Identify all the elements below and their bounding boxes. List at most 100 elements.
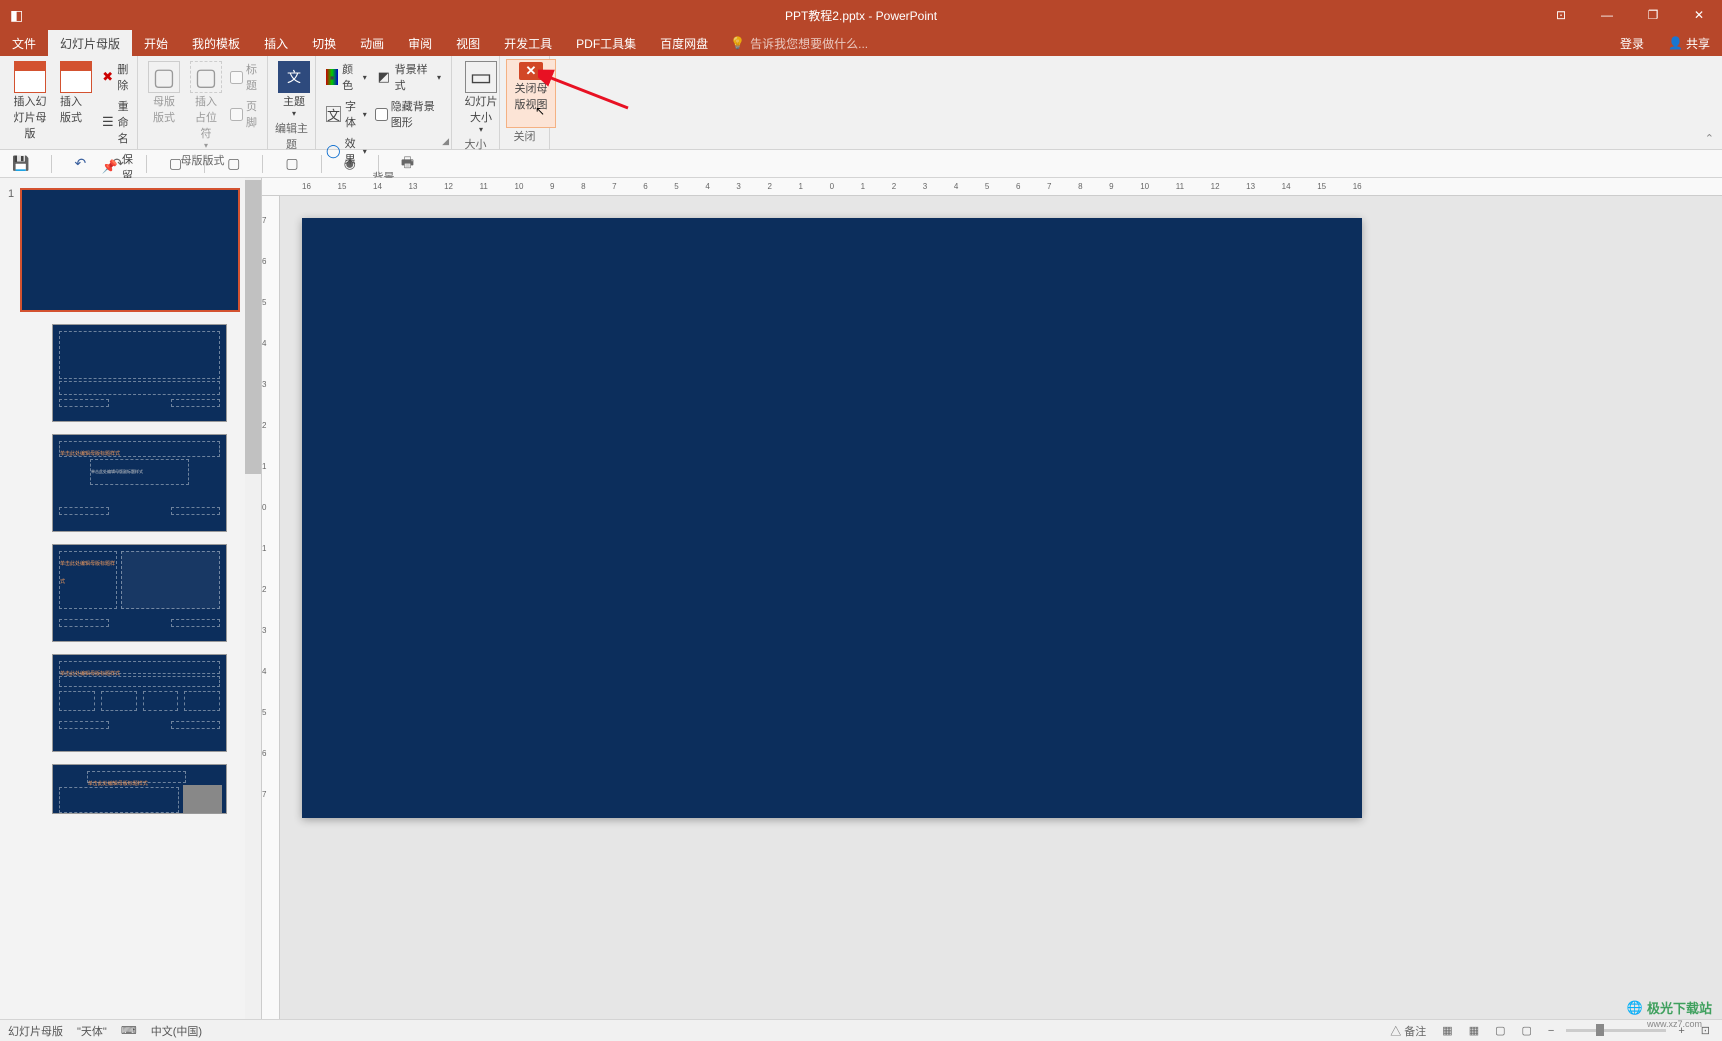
share-icon: 👤 (1668, 36, 1683, 50)
effects-button[interactable]: ◯ 效果 ▾ (322, 133, 371, 169)
tell-me-search[interactable]: 💡 告诉我您想要做什么... (720, 30, 878, 56)
themes-button[interactable]: 文 主题 ▾ (274, 59, 314, 120)
insert-slide-master-button[interactable]: 插入幻灯片母版 (6, 59, 54, 185)
footers-checkbox-label: 页脚 (246, 98, 259, 130)
slide-master-icon (14, 61, 46, 93)
status-font: "天体" (77, 1023, 107, 1039)
tab-file[interactable]: 文件 (0, 30, 48, 56)
slide-canvas-area[interactable]: 1615141312111098765432101234567891011121… (262, 178, 1722, 1019)
view-sorter-button[interactable]: ▦ (1465, 1022, 1483, 1039)
title-checkbox[interactable]: 标题 (228, 59, 261, 95)
collapse-ribbon-button[interactable]: ⌃ (1697, 128, 1722, 149)
bg-styles-icon: ◩ (377, 69, 391, 85)
layout-title-text: 单击此处编辑母版标题样式 (60, 671, 120, 677)
bg-styles-label: 背景样式 (395, 61, 433, 93)
minimize-button[interactable]: — (1584, 0, 1630, 30)
insert-slide-master-label: 插入幻灯片母版 (10, 93, 50, 141)
tab-view[interactable]: 视图 (444, 30, 492, 56)
restore-button[interactable]: ❐ (1630, 0, 1676, 30)
fonts-button[interactable]: 文 字体 ▾ (322, 96, 371, 132)
insert-placeholder-label: 插入占位符 (191, 93, 221, 141)
rename-button[interactable]: ☰ 重命名 (98, 96, 137, 148)
view-reading-button[interactable]: ▢ (1491, 1022, 1509, 1039)
tab-home[interactable]: 开始 (132, 30, 180, 56)
dropdown-icon: ▾ (363, 73, 367, 82)
size-group-label: 大小 (458, 136, 493, 154)
thumbnail-number: 1 (8, 188, 14, 200)
cursor-icon: ↖ (535, 104, 545, 118)
effects-label: 效果 (345, 135, 359, 167)
delete-button[interactable]: ✖ 删除 (98, 59, 137, 95)
close-window-button[interactable]: ✕ (1676, 0, 1722, 30)
tab-pdf-tools[interactable]: PDF工具集 (564, 30, 648, 56)
colors-button[interactable]: ▪ 颜色 ▾ (322, 59, 371, 95)
slide-size-icon: ▭ (465, 61, 497, 93)
lightbulb-icon: 💡 (730, 36, 745, 50)
tab-animations[interactable]: 动画 (348, 30, 396, 56)
view-slideshow-button[interactable]: ▢ (1518, 1022, 1536, 1039)
status-language[interactable]: 中文(中国) (151, 1023, 202, 1039)
close-x-icon: ✕ (519, 62, 543, 80)
footers-checkbox[interactable]: 页脚 (228, 96, 261, 132)
tab-developer[interactable]: 开发工具 (492, 30, 564, 56)
view-normal-button[interactable]: ▦ (1438, 1022, 1456, 1039)
insert-placeholder-button[interactable]: ▢ 插入占位符 ▾ (186, 59, 226, 152)
layout-icon (60, 61, 92, 93)
lang-icon: ⌨ (121, 1024, 137, 1037)
fonts-label: 字体 (345, 98, 359, 130)
layout-thumbnail-1[interactable] (52, 324, 227, 422)
dropdown-icon: ▾ (363, 147, 367, 156)
notes-button[interactable]: △ 备注 (1386, 1021, 1430, 1041)
dropdown-icon: ▾ (479, 125, 483, 134)
edit-theme-group-label: 编辑主题 (274, 120, 309, 154)
ruler-mark: 1615141312111098765432101234567891011121… (302, 182, 1362, 191)
zoom-out-button[interactable]: − (1544, 1023, 1558, 1039)
slide-size-label: 幻灯片大小 (462, 93, 500, 125)
tell-me-placeholder: 告诉我您想要做什么... (750, 35, 868, 52)
watermark-logo: 🌐 极光下载站 (1627, 998, 1712, 1017)
share-label: 共享 (1686, 35, 1710, 52)
master-layout-icon: ▢ (148, 61, 180, 93)
colors-icon: ▪ (326, 69, 338, 85)
background-styles-button[interactable]: ◩ 背景样式 ▾ (373, 59, 445, 95)
status-mode: 幻灯片母版 (8, 1023, 63, 1039)
window-title: PPT教程2.pptx - PowerPoint (785, 7, 937, 24)
tab-slide-master[interactable]: 幻灯片母版 (48, 30, 132, 56)
layout-sub-text: 单击此处编辑母版副标题样式 (91, 469, 143, 474)
qat-table-button[interactable]: ▢ (281, 153, 302, 174)
layout-thumbnail-4[interactable]: 单击此处编辑母版标题样式 (52, 654, 227, 752)
share-button[interactable]: 👤 共享 (1656, 30, 1722, 56)
thumbnail-scrollbar[interactable] (245, 178, 261, 1019)
master-layout-button[interactable]: ▢ 母版版式 (144, 59, 184, 152)
zoom-slider[interactable] (1566, 1029, 1666, 1032)
login-button[interactable]: 登录 (1608, 30, 1656, 56)
rename-icon: ☰ (102, 114, 114, 130)
slide-size-button[interactable]: ▭ 幻灯片大小 ▾ (458, 59, 504, 136)
delete-icon: ✖ (102, 69, 113, 85)
tab-my-templates[interactable]: 我的模板 (180, 30, 252, 56)
layout-thumbnail-5[interactable]: 单击此处编辑母版标题样式 (52, 764, 227, 814)
layout-thumbnail-2[interactable]: 单击此处编辑母版标题样式 单击此处编辑母版副标题样式 (52, 434, 227, 532)
dropdown-icon: ▾ (204, 141, 208, 150)
rename-label: 重命名 (118, 98, 133, 146)
master-thumbnail-1[interactable] (20, 188, 240, 312)
vertical-ruler: 765432101234567 (262, 196, 280, 1019)
tab-insert[interactable]: 插入 (252, 30, 300, 56)
dropdown-icon: ▾ (363, 110, 367, 119)
insert-layout-label: 插入版式 (60, 93, 92, 125)
slide-canvas[interactable] (302, 218, 1362, 818)
ribbon-display-options-button[interactable]: ⊡ (1538, 0, 1584, 30)
layout-thumbnail-3[interactable]: 单击此处编辑母版标题样式 (52, 544, 227, 642)
tab-baidu-disk[interactable]: 百度网盘 (648, 30, 720, 56)
tab-review[interactable]: 审阅 (396, 30, 444, 56)
tab-transitions[interactable]: 切换 (300, 30, 348, 56)
layout-title-text: 单击此处编辑母版标题样式 (60, 561, 115, 585)
layout-title-text: 单击此处编辑母版标题样式 (60, 451, 120, 457)
thumbnail-panel[interactable]: 1 单击此处编辑母版标题样式 单击此处编辑母版副标题样式 单击此处编辑母版标题样… (0, 178, 262, 1019)
background-dialog-launcher[interactable]: ◢ (442, 136, 449, 147)
watermark-text: 极光下载站 (1647, 998, 1712, 1017)
globe-icon: 🌐 (1627, 1000, 1643, 1016)
close-master-view-button[interactable]: ✕ 关闭母版视图 (506, 59, 556, 128)
hide-bg-graphics-checkbox[interactable]: 隐藏背景图形 (373, 96, 445, 132)
insert-layout-button[interactable]: 插入版式 (56, 59, 96, 185)
